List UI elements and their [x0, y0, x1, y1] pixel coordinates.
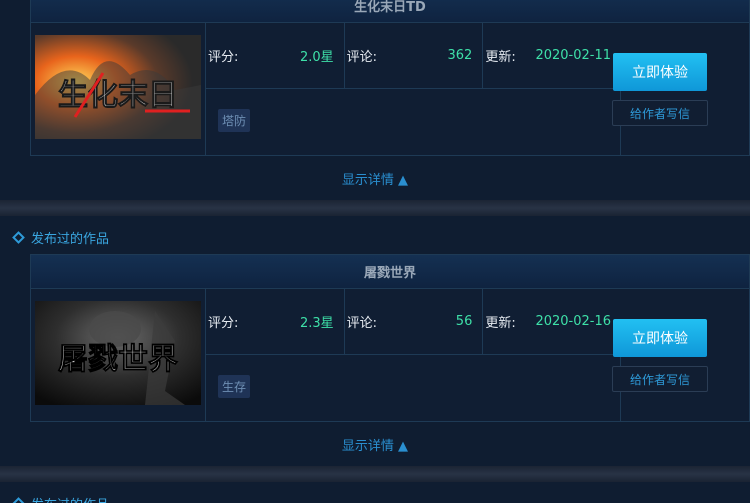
rating-value: 2.3星: [299, 316, 334, 331]
update-stat: 更新: 2020-02-11: [483, 23, 621, 88]
game-tag[interactable]: 塔防: [218, 109, 251, 132]
update-label: 更新:: [485, 50, 516, 65]
rating-label: 评分:: [208, 50, 239, 65]
section-divider: [0, 466, 750, 482]
comments-label: 评论:: [346, 50, 378, 65]
section-title-text: 发布过的作品: [31, 231, 110, 247]
update-value: 2020-02-11: [535, 48, 612, 63]
comments-value: 362: [447, 48, 473, 63]
diamond-icon: [12, 230, 25, 244]
rating-label: 评分:: [208, 316, 239, 331]
diamond-icon: [12, 496, 25, 503]
game-tags-row: 塔防: [205, 89, 621, 155]
comments-stat: 评论: 362: [345, 23, 484, 88]
game-tags-row: 生存: [205, 355, 621, 421]
write-author-button[interactable]: 给作者写信: [612, 100, 708, 126]
rating-stat: 评分: 2.0星: [206, 23, 345, 88]
update-stat: 更新: 2020-02-16: [483, 289, 621, 354]
comments-stat: 评论: 56: [345, 289, 484, 354]
game-tag[interactable]: 生存: [218, 375, 251, 398]
game-stats-row: 评分: 2.3星 评论: 56 更新: 2020-02-16: [205, 289, 621, 355]
section-heading: 发布过的作品: [12, 225, 109, 249]
work-panel-1: 生化末日TD 生化末日 评分: 2.0星 评论: 362 更新: 2020-02…: [0, 0, 750, 200]
game-title[interactable]: 屠戮世界: [31, 255, 749, 289]
comments-label: 评论:: [346, 316, 378, 331]
update-label: 更新:: [485, 316, 516, 331]
comments-value: 56: [455, 314, 473, 329]
thumbnail-title-text: 生化末日: [58, 78, 178, 113]
rating-value: 2.0星: [299, 50, 334, 65]
show-details-link[interactable]: 显示详情 ▲: [0, 435, 750, 454]
thumbnail-title-text: 屠戮世界: [58, 342, 178, 377]
update-value: 2020-02-16: [535, 314, 612, 329]
play-now-button[interactable]: 立即体验: [613, 319, 707, 357]
section-title-text: 发布过的作品: [31, 494, 109, 503]
game-title[interactable]: 生化末日TD: [31, 0, 749, 23]
show-details-link[interactable]: 显示详情 ▲: [0, 169, 750, 188]
section-heading: 发布过的作品: [12, 491, 109, 503]
game-thumbnail[interactable]: 生化末日: [35, 35, 201, 139]
write-author-button[interactable]: 给作者写信: [612, 366, 708, 392]
play-now-button[interactable]: 立即体验: [613, 53, 707, 91]
rating-stat: 评分: 2.3星: [206, 289, 345, 354]
work-panel-2: 发布过的作品 屠戮世界 屠戮世界 评分: 2.3星 评论: 56 更新: 202…: [0, 216, 750, 466]
game-thumbnail[interactable]: 屠戮世界: [35, 301, 201, 405]
game-stats-row: 评分: 2.0星 评论: 362 更新: 2020-02-11: [205, 23, 621, 89]
work-panel-3: 发布过的作品: [0, 482, 750, 503]
section-divider: [0, 200, 750, 216]
